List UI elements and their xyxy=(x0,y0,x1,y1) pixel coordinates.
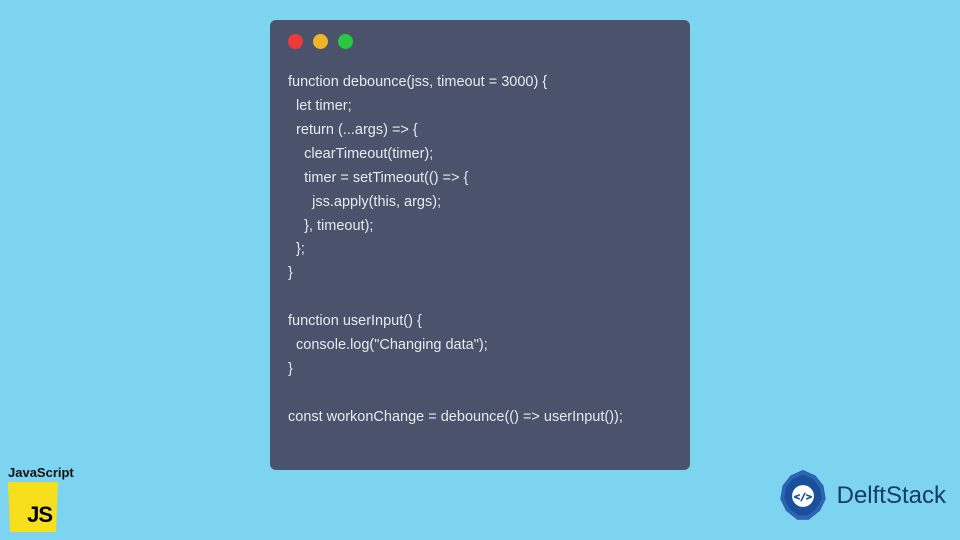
delftstack-watermark: </> DelftStack xyxy=(775,468,946,524)
delftstack-logo-icon: </> xyxy=(775,468,831,524)
code-block: function debounce(jss, timeout = 3000) {… xyxy=(288,71,672,430)
maximize-icon xyxy=(338,34,353,49)
javascript-logo-icon: JS xyxy=(8,482,58,532)
minimize-icon xyxy=(313,34,328,49)
close-icon xyxy=(288,34,303,49)
delftstack-label: DelftStack xyxy=(837,482,946,510)
code-window: function debounce(jss, timeout = 3000) {… xyxy=(270,20,690,470)
javascript-logo-text: JS xyxy=(27,502,52,528)
javascript-label: JavaScript xyxy=(8,465,78,480)
traffic-lights xyxy=(288,34,672,49)
javascript-badge: JavaScript JS xyxy=(8,465,78,532)
svg-text:</>: </> xyxy=(794,492,812,503)
